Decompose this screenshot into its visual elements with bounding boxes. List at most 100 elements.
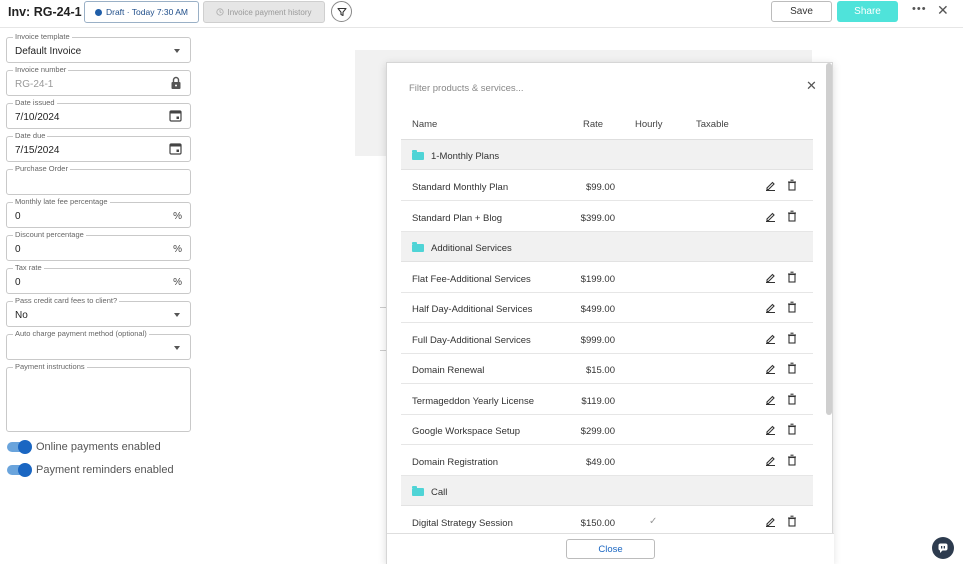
table-row[interactable]: Domain Renewal $15.00: [401, 354, 813, 384]
column-header-hourly: Hourly: [635, 119, 663, 130]
trash-icon[interactable]: [787, 423, 797, 435]
history-label: Invoice payment history: [227, 7, 312, 17]
trash-icon[interactable]: [787, 393, 797, 405]
products-services-modal: Filter products & services... ✕ Name Rat…: [386, 62, 834, 564]
tax-rate-value: 0: [15, 277, 21, 288]
filter-button[interactable]: [331, 1, 352, 22]
late-fee-field[interactable]: Monthly late fee percentage 0 %: [6, 197, 191, 228]
edit-icon[interactable]: [765, 455, 776, 466]
table-row[interactable]: Standard Monthly Plan $99.00: [401, 171, 813, 201]
trash-icon[interactable]: [787, 362, 797, 374]
purchase-order-label: Purchase Order: [13, 164, 70, 174]
chat-icon: [938, 543, 948, 553]
group-row[interactable]: Call: [401, 476, 813, 506]
auto-charge-label: Auto charge payment method (optional): [13, 329, 149, 339]
trash-icon[interactable]: [787, 210, 797, 222]
percent-unit: %: [173, 244, 182, 255]
table-row[interactable]: Standard Plan + Blog $399.00: [401, 202, 813, 232]
edit-icon[interactable]: [765, 180, 776, 191]
filter-products-input[interactable]: Filter products & services...: [409, 83, 739, 94]
trash-icon[interactable]: [787, 179, 797, 191]
table-row[interactable]: Half Day-Additional Services $499.00: [401, 293, 813, 323]
online-payments-toggle-row: Online payments enabled: [7, 440, 161, 454]
online-payments-toggle[interactable]: [7, 440, 32, 454]
invoice-template-select[interactable]: Invoice template Default Invoice: [6, 32, 191, 63]
trash-icon[interactable]: [787, 515, 797, 527]
payment-instructions-textarea[interactable]: Payment instructions: [6, 362, 191, 432]
pass-fees-select[interactable]: Pass credit card fees to client? No: [6, 296, 191, 327]
folder-icon: [412, 242, 424, 252]
item-rate: $119.00: [581, 396, 615, 407]
discount-value: 0: [15, 244, 21, 255]
edit-icon[interactable]: [765, 302, 776, 313]
item-name: Termageddon Yearly License: [412, 396, 535, 407]
item-name: Standard Monthly Plan: [412, 182, 509, 193]
date-due-field[interactable]: Date due 7/15/2024: [6, 131, 191, 162]
modal-close-icon[interactable]: ✕: [806, 78, 817, 94]
edit-icon[interactable]: [765, 211, 776, 222]
auto-charge-select[interactable]: Auto charge payment method (optional): [6, 329, 191, 360]
edit-icon[interactable]: [765, 272, 776, 283]
caret-down-icon: [174, 346, 180, 350]
item-name: Domain Renewal: [412, 365, 485, 376]
table-row[interactable]: Full Day-Additional Services $999.00: [401, 324, 813, 354]
invoice-template-value: Default Invoice: [15, 46, 82, 57]
table-row[interactable]: Domain Registration $49.00: [401, 446, 813, 476]
late-fee-label: Monthly late fee percentage: [13, 197, 110, 207]
save-button[interactable]: Save: [771, 1, 832, 22]
hourly-check-icon: ✓: [649, 516, 658, 527]
edit-icon[interactable]: [765, 363, 776, 374]
draft-status-button[interactable]: Draft · Today 7:30 AM: [84, 1, 199, 23]
date-issued-field[interactable]: Date issued 7/10/2024: [6, 98, 191, 129]
invoice-template-label: Invoice template: [13, 32, 72, 42]
purchase-order-field[interactable]: Purchase Order: [6, 164, 191, 195]
percent-unit: %: [173, 211, 182, 222]
table-row[interactable]: Flat Fee-Additional Services $199.00: [401, 263, 813, 293]
invoice-number-value: RG-24-1: [15, 79, 54, 90]
group-name: Additional Services: [431, 243, 512, 254]
edit-icon[interactable]: [765, 424, 776, 435]
group-row[interactable]: Additional Services: [401, 232, 813, 262]
edit-icon[interactable]: [765, 394, 776, 405]
pass-fees-value: No: [15, 310, 28, 321]
item-name: Digital Strategy Session: [412, 518, 513, 529]
payment-reminders-label: Payment reminders enabled: [36, 464, 174, 476]
item-rate: $399.00: [580, 213, 615, 224]
discount-field[interactable]: Discount percentage 0 %: [6, 230, 191, 261]
table-row[interactable]: Google Workspace Setup $299.00: [401, 415, 813, 445]
table-row[interactable]: Digital Strategy Session $150.00 ✓: [401, 507, 813, 533]
trash-icon[interactable]: [787, 332, 797, 344]
more-icon[interactable]: •••: [912, 3, 927, 15]
tax-rate-field[interactable]: Tax rate 0 %: [6, 263, 191, 294]
modal-scroll-area[interactable]: Filter products & services... ✕ Name Rat…: [387, 63, 827, 533]
trash-icon[interactable]: [787, 454, 797, 466]
share-button[interactable]: Share: [837, 1, 898, 22]
calendar-icon[interactable]: [169, 109, 182, 122]
group-row[interactable]: 1-Monthly Plans: [401, 140, 813, 170]
item-name: Full Day-Additional Services: [412, 335, 531, 346]
trash-icon[interactable]: [787, 301, 797, 313]
help-chat-button[interactable]: [932, 537, 954, 559]
calendar-icon[interactable]: [169, 142, 182, 155]
caret-down-icon: [174, 313, 180, 317]
edit-icon[interactable]: [765, 333, 776, 344]
item-rate: $99.00: [585, 182, 615, 193]
close-icon[interactable]: ✕: [937, 2, 949, 19]
invoice-title: Inv: RG-24-1: [8, 5, 82, 19]
invoice-payment-history-button[interactable]: Invoice payment history: [203, 1, 325, 23]
discount-label: Discount percentage: [13, 230, 86, 240]
payment-instructions-label: Payment instructions: [13, 362, 87, 372]
column-header-name: Name: [412, 119, 438, 130]
info-icon: [94, 8, 102, 16]
group-name: 1-Monthly Plans: [431, 151, 500, 162]
modal-footer: Close: [387, 533, 834, 564]
caret-down-icon: [174, 49, 180, 53]
close-button[interactable]: Close: [566, 539, 655, 559]
modal-scrollbar[interactable]: [826, 63, 832, 415]
edit-icon[interactable]: [765, 516, 776, 527]
invoice-number-field: Invoice number RG-24-1: [6, 65, 191, 96]
table-row[interactable]: Termageddon Yearly License $119.00: [401, 385, 813, 415]
payment-reminders-toggle[interactable]: [7, 463, 32, 477]
top-bar: Inv: RG-24-1 Draft · Today 7:30 AM Invoi…: [0, 0, 963, 28]
trash-icon[interactable]: [787, 271, 797, 283]
